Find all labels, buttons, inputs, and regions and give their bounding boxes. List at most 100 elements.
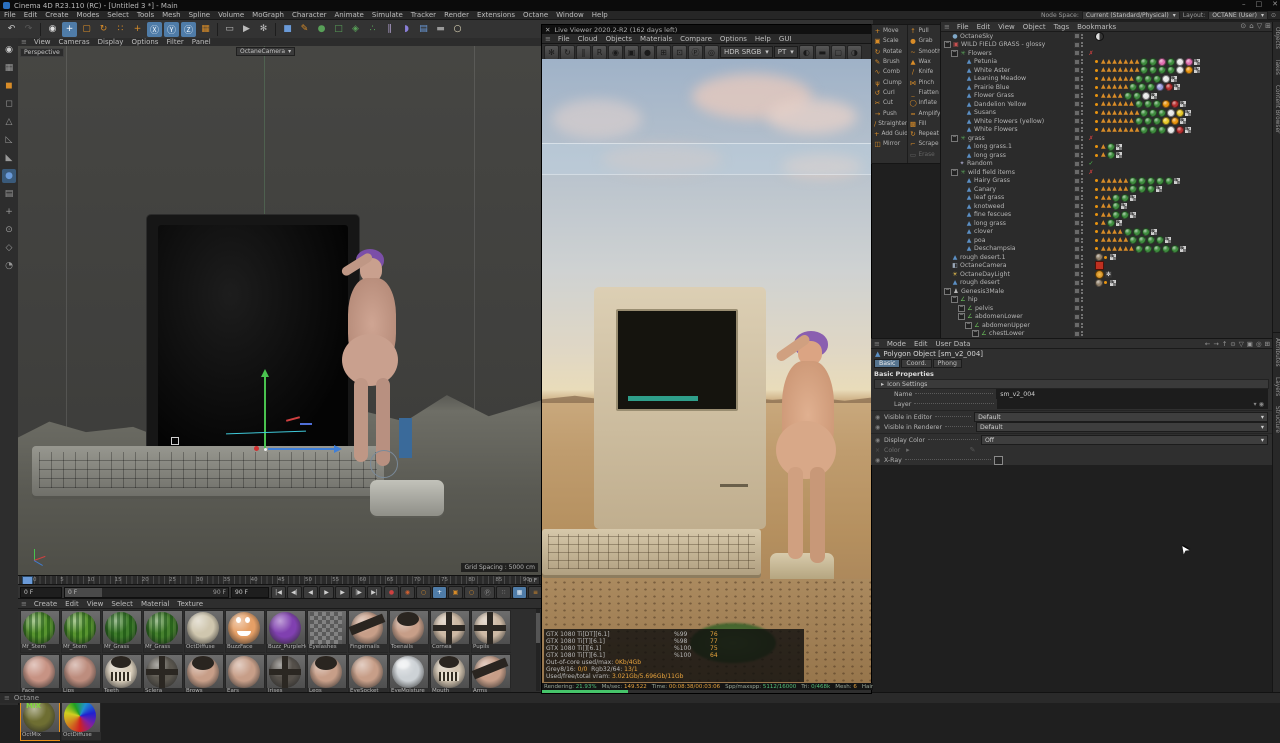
volume-icon[interactable]: ◗ — [399, 22, 414, 37]
triangle-chip[interactable]: ▲ — [1124, 118, 1129, 124]
checker-x-chip[interactable]: ✕ — [1180, 246, 1186, 252]
material-chip[interactable] — [1138, 83, 1146, 91]
dot-chip[interactable] — [1095, 86, 1098, 89]
tree-row[interactable]: ▲clover▲▲▲▲✕ — [941, 228, 1273, 237]
material-chip[interactable] — [1133, 92, 1141, 100]
triangle-chip[interactable]: ▲ — [1107, 203, 1112, 209]
lock-icon[interactable]: ◔ — [2, 259, 16, 273]
material-tile[interactable]: Mf_Stem — [61, 610, 101, 653]
play-button[interactable]: ▶ — [319, 586, 334, 599]
redo-icon[interactable]: ↷ — [21, 22, 36, 37]
lv-camera-icon[interactable]: ◐ — [799, 45, 814, 60]
object-name[interactable]: White Flowers (yellow) — [974, 118, 1044, 125]
material-chip[interactable] — [1124, 92, 1132, 100]
material-chip[interactable] — [1156, 83, 1164, 91]
object-name[interactable]: poa — [974, 237, 986, 244]
next-key-button[interactable]: |▶ — [351, 586, 366, 599]
checker-x-chip[interactable]: ✕ — [1194, 67, 1200, 73]
viewport-menu-cameras[interactable]: Cameras — [55, 38, 94, 46]
triangle-chip[interactable]: ▲ — [1124, 246, 1129, 252]
lv-restart-icon[interactable]: ↻ — [560, 45, 575, 60]
material-chip[interactable] — [1171, 117, 1179, 125]
gizmo-y-axis[interactable] — [264, 376, 266, 450]
material-chip[interactable] — [1144, 75, 1152, 83]
lv-menu-cloud[interactable]: Cloud — [574, 35, 602, 43]
record-pla-icon[interactable]: ∷ — [496, 586, 511, 599]
object-name[interactable]: WILD FIELD GRASS - glossy — [961, 41, 1045, 48]
checker-x-chip[interactable]: ✕ — [1116, 144, 1122, 150]
triangle-chip[interactable]: ▲ — [1101, 127, 1106, 133]
record-button[interactable]: ● — [384, 586, 399, 599]
goto-end-button[interactable]: ▶| — [367, 586, 382, 599]
menu-spline[interactable]: Spline — [185, 11, 215, 19]
material-tile[interactable]: Face — [20, 654, 60, 697]
tree-row[interactable]: ▲poa▲▲▲▲▲✕ — [941, 236, 1273, 245]
prev-frame-button[interactable]: ◀ — [303, 586, 318, 599]
material-chip[interactable] — [1162, 245, 1170, 253]
visibility-toggles[interactable] — [1074, 186, 1087, 192]
checker-x-chip[interactable]: ✕ — [1171, 76, 1177, 82]
octane-live-viewer[interactable]: ✕ Live Viewer 2020.2-R2 (162 days left) … — [541, 24, 872, 694]
undo-icon[interactable]: ↶ — [4, 22, 19, 37]
material-chip[interactable] — [1107, 151, 1115, 159]
lv-pin-icon[interactable]: ◎ — [704, 45, 719, 60]
visibility-toggles[interactable] — [1074, 67, 1087, 73]
triangle-chip[interactable]: ▲ — [1135, 110, 1140, 116]
material-tile[interactable]: Cornea — [430, 610, 470, 653]
material-tile[interactable]: Buzz_PurpleHead — [266, 610, 306, 653]
checker-x-chip[interactable]: ✕ — [1165, 237, 1171, 243]
material-chip[interactable] — [1107, 143, 1115, 151]
triangle-chip[interactable]: ▲ — [1118, 246, 1123, 252]
triangle-chip[interactable]: ▲ — [1118, 237, 1123, 243]
checker-x-chip[interactable]: ✕ — [1174, 178, 1180, 184]
menu-modes[interactable]: Modes — [73, 11, 104, 19]
timeline-tick[interactable]: 55 — [332, 577, 339, 583]
materials-menu-edit[interactable]: Edit — [61, 600, 83, 608]
side-tab-layers[interactable]: Layers — [1274, 372, 1280, 401]
lv-region-clear-icon[interactable]: ⊡ — [672, 45, 687, 60]
object-name[interactable]: Leaning Meadow — [974, 75, 1026, 82]
materials-menu-view[interactable]: View — [83, 600, 108, 608]
materials-menu-select[interactable]: Select — [107, 600, 137, 608]
tool-scale[interactable]: ▣Scale — [872, 36, 907, 46]
timeline-tick[interactable]: 40 — [251, 577, 258, 583]
material-chip[interactable] — [1162, 100, 1170, 108]
triangle-chip[interactable]: ▲ — [1101, 237, 1106, 243]
am-corner-icon-7[interactable]: ⊞ — [1265, 340, 1270, 348]
tool-add-guides[interactable]: +Add Guides — [872, 129, 907, 139]
om-menu-view[interactable]: View — [994, 23, 1019, 31]
object-name[interactable]: abdomenUpper — [982, 322, 1030, 329]
triangle-chip[interactable]: ▲ — [1112, 101, 1117, 107]
triangle-chip[interactable]: ▲ — [1101, 220, 1106, 226]
rotate-tool-icon[interactable]: ↻ — [96, 22, 111, 37]
side-tab-content-browser[interactable]: Content Browser — [1274, 80, 1280, 138]
visibility-toggles[interactable] — [1074, 101, 1087, 107]
triangle-chip[interactable]: ▲ — [1107, 195, 1112, 201]
lv-pause-icon[interactable]: ‖ — [576, 45, 591, 60]
hamburger-icon[interactable]: ≡ — [4, 694, 14, 702]
material-tile[interactable]: Mf_Stem — [20, 610, 60, 653]
lv-film-icon[interactable]: ▬ — [815, 45, 830, 60]
side-tab-takes[interactable]: Takes — [1274, 54, 1280, 80]
material-chip[interactable] — [1167, 126, 1175, 134]
material-tile[interactable]: MIXOctMix — [20, 698, 60, 741]
tree-row[interactable]: ◧OctaneCamera — [941, 262, 1273, 271]
material-tile[interactable]: EyeMoisture — [389, 654, 429, 697]
visibility-toggles[interactable] — [1074, 178, 1087, 184]
material-chip[interactable] — [1135, 117, 1143, 125]
material-chip[interactable] — [1165, 177, 1173, 185]
record-parameter-icon[interactable]: Ⓟ — [480, 586, 495, 599]
lv-menu-help[interactable]: Help — [751, 35, 775, 43]
om-add-icon[interactable]: ⊞ — [1265, 22, 1271, 30]
material-chip[interactable] — [1133, 228, 1141, 236]
dot-chip[interactable] — [1095, 120, 1098, 123]
visibility-toggles[interactable] — [1074, 93, 1087, 99]
triangle-chip[interactable]: ▲ — [1124, 110, 1129, 116]
tool-erase[interactable]: ▭Erase — [908, 150, 942, 160]
dot-chip[interactable] — [1095, 145, 1098, 148]
material-chip[interactable] — [1153, 245, 1161, 253]
material-chip[interactable] — [1158, 58, 1166, 66]
object-name[interactable]: Genesis3Male — [961, 288, 1004, 295]
tool-pull[interactable]: ↑Pull — [908, 26, 942, 36]
timeline-tick[interactable]: 0 — [33, 577, 37, 583]
